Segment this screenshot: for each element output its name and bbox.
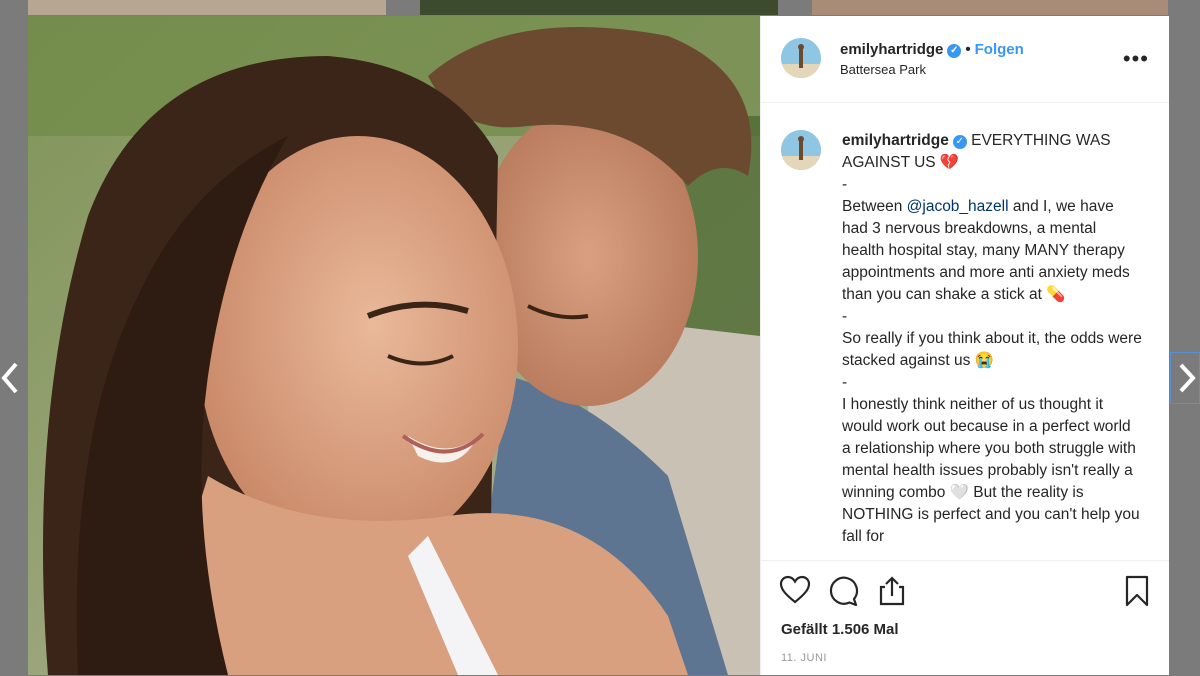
caption-dash: -: [842, 374, 848, 391]
separator: •: [965, 41, 971, 58]
more-options-icon[interactable]: •••: [1123, 46, 1149, 72]
thumbnail[interactable]: [812, 0, 1168, 15]
verified-badge-icon: ✓: [952, 135, 967, 149]
share-icon[interactable]: [876, 575, 908, 612]
post-author: emilyhartridge ✓ • Folgen: [840, 41, 1024, 58]
caption-dash: -: [842, 176, 848, 193]
caption-username[interactable]: emilyhartridge: [842, 132, 949, 149]
chevron-left-icon[interactable]: [0, 352, 26, 404]
username-link[interactable]: emilyhartridge: [840, 41, 943, 58]
post-header: emilyhartridge ✓ • Folgen Battersea Park ••…: [761, 16, 1169, 103]
caption-paragraph: I honestly think neither of us thought i…: [842, 396, 1140, 545]
avatar[interactable]: [781, 130, 821, 170]
post-photo: [28, 16, 760, 675]
post-date: 11. JUNI: [781, 652, 827, 664]
location-link[interactable]: Battersea Park: [840, 62, 926, 77]
action-bar: Gefällt 1.506 Mal 11. JUNI: [761, 560, 1169, 676]
bookmark-icon[interactable]: [1123, 575, 1151, 612]
caption-paragraph: Between @jacob_hazell and I, we have had…: [842, 198, 1130, 303]
caption-area: emilyhartridge ✓ EVERYTHING WAS AGAINST U…: [761, 102, 1169, 560]
verified-badge-icon: ✓: [947, 44, 962, 58]
thumbnail[interactable]: [420, 0, 778, 15]
like-count[interactable]: Gefällt 1.506 Mal: [781, 621, 899, 638]
chevron-right-icon[interactable]: [1170, 352, 1200, 404]
caption-dash: -: [842, 308, 848, 325]
mention-link[interactable]: @jacob_hazell: [907, 198, 1009, 215]
comment-icon[interactable]: [827, 575, 859, 612]
caption-text: emilyhartridge ✓ EVERYTHING WAS AGAINST U…: [842, 130, 1142, 548]
follow-button[interactable]: Folgen: [975, 41, 1024, 58]
avatar[interactable]: [781, 38, 821, 78]
thumbnail-strip: [0, 0, 1200, 16]
heart-icon[interactable]: [779, 575, 811, 610]
thumbnail[interactable]: [28, 0, 386, 15]
caption-paragraph: So really if you think about it, the odd…: [842, 330, 1142, 369]
post-panel: emilyhartridge ✓ • Folgen Battersea Park ••…: [760, 16, 1169, 675]
